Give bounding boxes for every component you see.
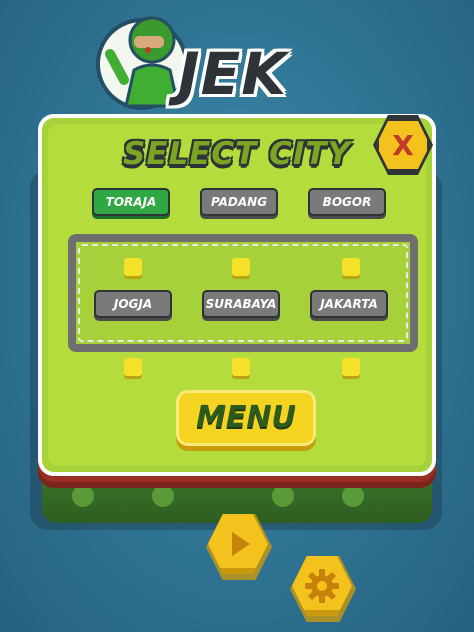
- yellow-block: [342, 358, 360, 376]
- city-label: PADANG: [210, 195, 268, 209]
- city-button-padang[interactable]: PADANG: [200, 188, 278, 216]
- city-label: SURABAYA: [205, 297, 277, 311]
- select-city-panel: SELECT CITY X TORAJA PADANG BOGOR JOGJA …: [38, 114, 436, 476]
- city-button-bogor[interactable]: BOGOR: [308, 188, 386, 216]
- city-label: BOGOR: [322, 195, 372, 209]
- panel-title: SELECT CITY: [123, 136, 351, 172]
- game-logo: JEK: [96, 10, 336, 120]
- city-button-surabaya[interactable]: SURABAYA: [202, 290, 280, 318]
- tree-icon: [342, 485, 364, 507]
- logo-text: JEK: [178, 40, 288, 108]
- city-label: JAKARTA: [320, 297, 378, 311]
- panel-surface: SELECT CITY X TORAJA PADANG BOGOR JOGJA …: [48, 115, 433, 466]
- yellow-block: [124, 258, 142, 276]
- yellow-block: [232, 258, 250, 276]
- city-button-jakarta[interactable]: JAKARTA: [310, 290, 388, 318]
- yellow-block: [124, 358, 142, 376]
- tree-icon: [72, 485, 94, 507]
- city-button-jogja[interactable]: JOGJA: [94, 290, 172, 318]
- yellow-block: [232, 358, 250, 376]
- menu-button[interactable]: MENU: [176, 390, 316, 446]
- tree-icon: [152, 485, 174, 507]
- yellow-block: [342, 258, 360, 276]
- city-label: JOGJA: [113, 297, 153, 311]
- close-icon: X: [392, 129, 414, 162]
- city-label: TORAJA: [105, 195, 157, 209]
- city-button-toraja[interactable]: TORAJA: [92, 188, 170, 216]
- tree-icon: [272, 485, 294, 507]
